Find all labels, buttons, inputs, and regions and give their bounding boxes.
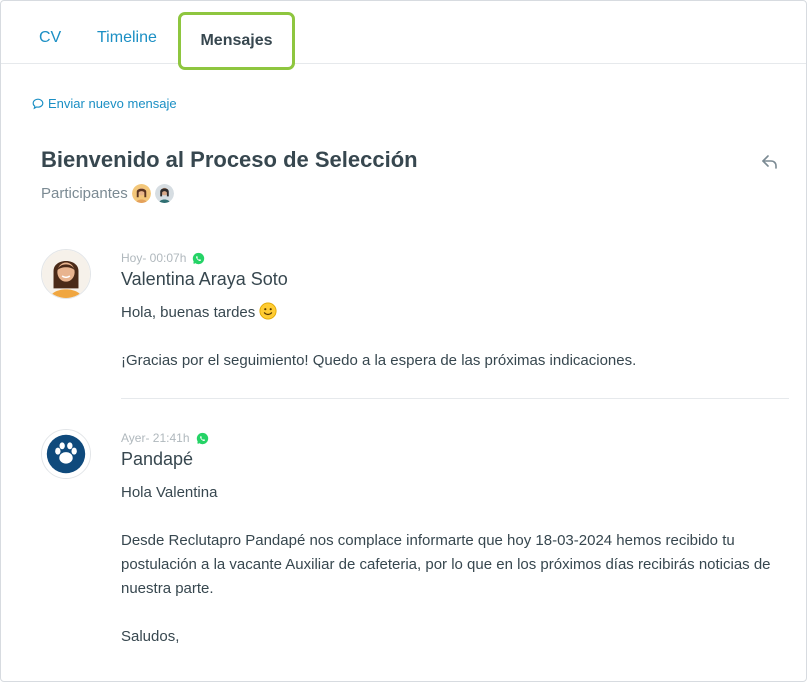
new-message-label: Enviar nuevo mensaje xyxy=(48,96,177,111)
message-meta: Ayer- 21:41h xyxy=(121,431,209,445)
smile-emoji-icon xyxy=(259,302,277,320)
whatsapp-icon xyxy=(196,432,208,444)
message-time: Ayer- 21:41h xyxy=(121,431,190,445)
message-line: Hola, buenas tardes xyxy=(121,301,789,325)
tab-mensajes[interactable]: Mensajes xyxy=(178,12,295,70)
sender-name: Valentina Araya Soto xyxy=(121,269,288,289)
participants: Participantes xyxy=(41,184,174,203)
participants-label: Participantes xyxy=(41,185,128,202)
message-meta: Hoy- 00:07h xyxy=(121,251,205,265)
avatar xyxy=(41,249,91,299)
message-line: Saludos, xyxy=(121,628,180,645)
chat-bubble-icon xyxy=(32,98,44,109)
message-text: Hola, buenas tardes xyxy=(121,304,256,321)
message-line: ¡Gracias por el seguimiento! Quedo a la … xyxy=(121,352,637,369)
avatar xyxy=(41,429,91,479)
message-line: Hola Valentina xyxy=(121,484,218,501)
reply-icon[interactable] xyxy=(760,152,780,172)
message-body: Hola, buenas tardes ¡Gracias por el segu… xyxy=(121,301,789,397)
tab-timeline[interactable]: Timeline xyxy=(97,29,157,47)
thread-title: Bienvenido al Proceso de Selección xyxy=(41,147,418,172)
tab-cv[interactable]: CV xyxy=(39,29,61,47)
whatsapp-icon xyxy=(193,252,205,264)
message-time: Hoy- 00:07h xyxy=(121,251,187,265)
messages-panel: CV Timeline Mensajes Enviar nuevo mensaj… xyxy=(0,0,807,682)
tab-bar: CV Timeline Mensajes xyxy=(1,1,806,70)
new-message-link[interactable]: Enviar nuevo mensaje xyxy=(31,96,177,111)
participant-avatar xyxy=(131,184,151,203)
message-divider xyxy=(121,398,789,399)
message-body: Hola Valentina Desde Reclutapro Pandapé … xyxy=(121,481,789,673)
message-line: Desde Reclutapro Pandapé nos complace in… xyxy=(121,532,771,597)
sender-name: Pandapé xyxy=(121,449,194,469)
participant-avatar xyxy=(154,184,174,203)
